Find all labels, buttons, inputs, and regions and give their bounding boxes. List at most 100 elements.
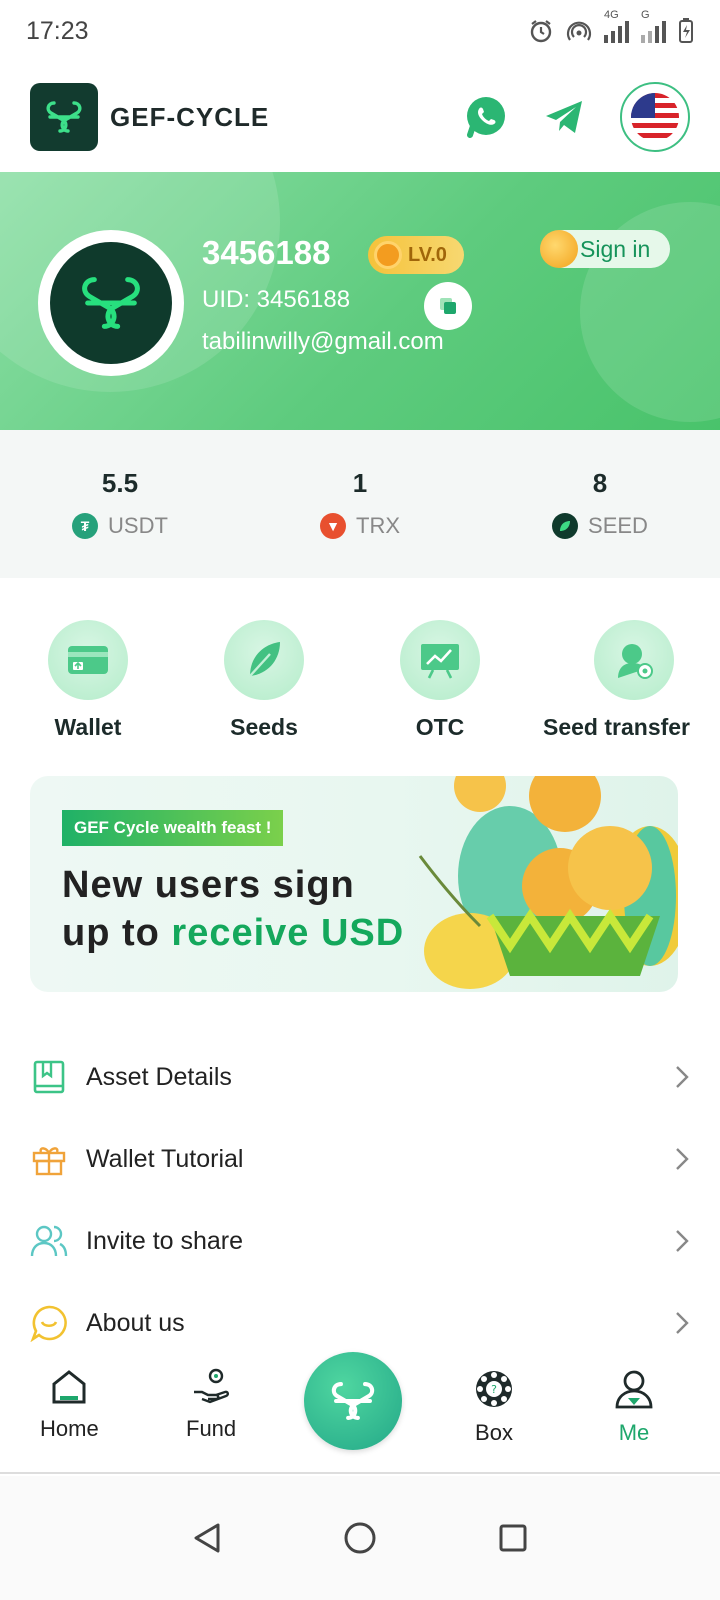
signal-g-icon: G [641,9,666,43]
balance-currency: ▼ TRX [320,513,400,539]
chevron-right-icon [676,1066,689,1088]
system-nav-bar [0,1476,720,1600]
menu-item-invite-to-share[interactable]: Invite to share [0,1200,720,1282]
center-action-button[interactable] [304,1352,402,1450]
book-icon [30,1058,68,1096]
whatsapp-button[interactable] [464,95,508,139]
user-email: tabilinwilly@gmail.com [202,328,444,355]
seed-transfer-label: Seed transfer [543,714,691,740]
sign-in-button[interactable]: Sign in [540,230,670,268]
coin-icon [540,230,578,268]
promo-tag: GEF Cycle wealth feast ! [62,810,284,846]
otc-label: OTC [415,714,465,740]
gift-icon [30,1140,68,1178]
profile-banner: 3456188 LV.0 UID: 3456188 tabilinwilly@g… [0,172,720,430]
home-icon [52,1370,86,1404]
otc-action[interactable]: OTC [400,620,480,741]
telegram-icon [546,101,582,133]
status-bar: 17:23 4G G [0,0,720,62]
language-selector[interactable] [620,82,690,152]
menu-label: Wallet Tutorial [86,1144,244,1173]
battery-icon [679,18,693,43]
nav-me[interactable]: Me [614,1368,654,1446]
trx-icon: ▼ [320,513,346,539]
smile-icon [30,1304,68,1342]
telegram-button[interactable] [542,95,586,139]
chart-board-icon [400,620,480,700]
user-name: 3456188 [202,234,331,271]
user-uid: UID: 3456188 [202,286,351,313]
promo-headline-2: up to receive USD [62,912,404,955]
level-text: LV.0 [408,243,447,266]
nav-label: Me [618,1420,650,1445]
seeds-action[interactable]: Seeds [224,620,304,741]
back-icon[interactable] [190,1521,224,1555]
app-header: GEF-CYCLE [0,62,720,172]
nav-label: Home [40,1416,99,1441]
balance-summary: 5.5 ₮ USDT 1 ▼ TRX 8 SEED [0,430,720,578]
currency-label: USDT [108,513,168,538]
recents-icon[interactable] [496,1521,530,1555]
nav-home[interactable]: Home [40,1368,99,1442]
seeds-label: Seeds [230,714,298,740]
avatar-image [50,242,172,364]
svg-text:?: ? [491,1383,497,1396]
balance-value: 8 [592,468,608,498]
network-label-4g: 4G [604,9,619,21]
menu-item-wallet-tutorial[interactable]: Wallet Tutorial [0,1118,720,1200]
chevron-right-icon [676,1230,689,1252]
settings-menu: Asset Details Wallet Tutorial Invite to … [0,1036,720,1364]
whatsapp-icon [467,97,505,138]
users-icon [30,1222,68,1260]
balance-usdt[interactable]: 5.5 ₮ USDT [0,430,240,578]
nav-label: Box [475,1420,513,1445]
balance-currency: SEED [552,513,648,539]
promo-banner[interactable]: GEF Cycle wealth feast ! New users sign … [30,776,678,992]
wallet-label: Wallet [54,714,122,740]
gef-logo-icon [46,101,82,133]
gef-logo-icon [331,1382,375,1420]
wallet-action[interactable]: Wallet [48,620,128,741]
promo-text: up to [62,912,172,954]
wallet-icon [48,620,128,700]
promo-highlight: receive USD [171,912,405,954]
box-wheel-icon: ? [476,1371,512,1407]
fund-hand-icon [194,1368,230,1404]
balance-seed[interactable]: 8 SEED [480,430,720,578]
menu-item-asset-details[interactable]: Asset Details [0,1036,720,1118]
quick-actions: Wallet Seeds OTC Seed transfer [0,620,720,740]
seed-icon [552,513,579,539]
us-flag-icon [631,93,679,141]
promo-headline: New users sign [62,864,355,906]
signal-4g-icon: 4G [604,9,629,43]
status-time: 17:23 [26,16,89,45]
chevron-right-icon [676,1312,689,1334]
home-circle-icon[interactable] [343,1521,377,1555]
nav-box[interactable]: ? Box [473,1368,515,1446]
copy-uid-button[interactable] [424,282,472,330]
app-logo-text: GEF-CYCLE [110,101,270,132]
balance-trx[interactable]: 1 ▼ TRX [240,430,480,578]
nav-label: Fund [186,1416,237,1441]
person-icon [615,1370,653,1409]
sign-in-label: Sign in [580,235,651,262]
chevron-right-icon [676,1148,689,1170]
medal-icon [374,241,402,269]
menu-label: Asset Details [86,1062,232,1091]
balance-currency: ₮ USDT [72,513,168,539]
transfer-user-icon [593,620,674,700]
avatar[interactable] [38,230,184,376]
hotspot-icon [566,21,592,41]
bottom-nav: Home Fund ? Box Me [0,1350,720,1474]
menu-label: About us [86,1308,185,1337]
gef-logo-icon [82,277,140,329]
seed-transfer-action[interactable]: Seed transfer [543,620,690,741]
network-label-g: G [641,9,650,21]
status-icons: 4G G [528,9,694,44]
nav-fund[interactable]: Fund [186,1366,236,1442]
usdt-icon: ₮ [72,513,99,539]
level-badge: LV.0 [368,236,464,274]
alarm-icon [530,20,552,43]
promo-eggs-illustration [418,776,678,989]
currency-label: TRX [356,513,400,538]
